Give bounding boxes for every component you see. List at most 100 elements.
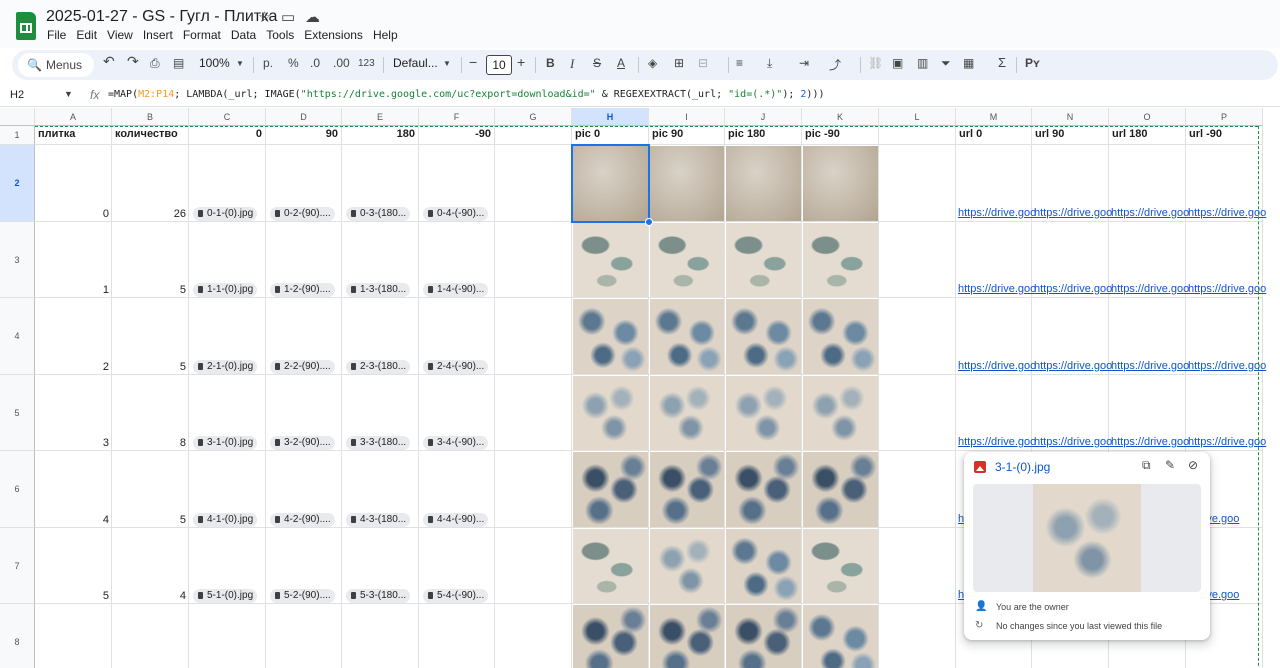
column-header-h[interactable]: H <box>572 108 649 126</box>
quantity-cell[interactable]: 8 <box>112 375 189 452</box>
row-header-7[interactable]: 7 <box>0 527 35 604</box>
header-cell-l[interactable] <box>879 126 956 145</box>
name-box-chevron-down-icon[interactable]: ▼ <box>64 89 73 99</box>
cell-g3[interactable] <box>495 221 572 298</box>
drive-url-link[interactable]: https://drive.goo <box>1111 436 1189 448</box>
quantity-cell[interactable] <box>112 604 189 668</box>
column-header-c[interactable]: C <box>189 108 266 126</box>
tile-image[interactable] <box>726 452 801 527</box>
tile-image[interactable] <box>573 299 648 374</box>
column-header-f[interactable]: F <box>419 108 495 126</box>
tile-number-cell[interactable]: 4 <box>35 451 112 528</box>
tile-image[interactable] <box>573 375 648 450</box>
file-chip[interactable]: 5-4-(-90)... <box>423 589 489 603</box>
zoom-chevron-down-icon[interactable]: ▼ <box>236 59 244 68</box>
column-header-j[interactable]: J <box>725 108 802 126</box>
file-chip[interactable]: 2-2-(90).... <box>270 359 335 374</box>
file-chip[interactable]: 0-4-(-90)... <box>423 206 489 221</box>
font-size-decrease-button[interactable]: − <box>469 54 477 70</box>
menu-help[interactable]: Help <box>373 28 398 42</box>
tile-image[interactable] <box>650 375 724 450</box>
tile-image[interactable] <box>803 146 878 221</box>
drive-url-link[interactable]: https://drive.goo <box>1111 207 1189 219</box>
tile-image[interactable] <box>573 222 648 297</box>
file-chip[interactable]: 3-2-(90).... <box>270 436 335 450</box>
tile-image[interactable] <box>803 528 878 603</box>
header-cell-d[interactable]: 90 <box>266 126 342 145</box>
menu-tools[interactable]: Tools <box>266 28 294 42</box>
currency-format-button[interactable]: р. <box>263 56 273 70</box>
menu-insert[interactable]: Insert <box>143 28 173 42</box>
filter-icon[interactable]: ⏷ <box>941 56 951 71</box>
copy-icon[interactable]: ⧉ <box>1142 458 1151 473</box>
font-size-input[interactable]: 10 <box>486 55 512 75</box>
file-chip[interactable]: 1-3-(180... <box>346 283 411 297</box>
column-header-e[interactable]: E <box>342 108 419 126</box>
file-chip[interactable]: 3-4-(-90)... <box>423 436 489 450</box>
column-header-b[interactable]: B <box>112 108 189 126</box>
quantity-cell[interactable]: 5 <box>112 222 189 299</box>
folder-move-icon[interactable]: ▭ <box>281 8 295 26</box>
header-cell-c[interactable]: 0 <box>189 126 266 145</box>
file-chip[interactable]: 4-3-(180... <box>346 512 411 527</box>
column-header-k[interactable]: K <box>802 108 879 126</box>
insert-link-icon[interactable]: ⛓ <box>868 56 883 70</box>
file-chip[interactable]: 0-2-(90).... <box>270 206 335 221</box>
row-header-8[interactable]: 8 <box>0 604 35 668</box>
drive-url-link[interactable]: https://drive.goo <box>1034 436 1112 448</box>
merge-cells-icon[interactable]: ⊟ <box>698 56 708 70</box>
row-header-6[interactable]: 6 <box>0 451 35 528</box>
more-formats-button[interactable]: 123 <box>358 58 375 69</box>
tile-image[interactable] <box>726 528 801 603</box>
cell-l8[interactable] <box>879 604 956 668</box>
menu-edit[interactable]: Edit <box>76 28 97 42</box>
header-cell-p[interactable]: url -90 <box>1186 126 1263 145</box>
tile-image[interactable] <box>650 528 724 603</box>
tile-image[interactable] <box>726 146 801 221</box>
preview-image-area[interactable] <box>973 484 1201 592</box>
borders-icon[interactable]: ⊞ <box>674 56 684 70</box>
header-cell-a[interactable]: плитка <box>35 126 112 145</box>
insert-chart-icon[interactable]: ▥ <box>917 56 928 70</box>
font-size-increase-button[interactable]: + <box>517 54 525 70</box>
redo-icon[interactable]: ↷ <box>127 53 139 70</box>
header-cell-e[interactable]: 180 <box>342 126 419 145</box>
file-chip[interactable]: 2-3-(180... <box>346 359 411 374</box>
column-header-a[interactable]: A <box>35 108 112 126</box>
drive-url-link[interactable]: https://drive.goo <box>1034 207 1112 219</box>
cell-l7[interactable] <box>879 527 956 604</box>
text-rotation-icon[interactable]: ⤴ <box>829 56 841 73</box>
sheets-logo-icon[interactable] <box>16 12 36 40</box>
tile-image[interactable] <box>573 528 648 603</box>
drive-url-link[interactable]: https://drive.goo <box>1034 283 1112 295</box>
bold-button[interactable]: B <box>546 56 555 70</box>
cell-l6[interactable] <box>879 451 956 528</box>
text-color-button[interactable]: A <box>617 56 625 70</box>
row-header-1[interactable]: 1 <box>0 126 35 145</box>
cell-g6[interactable] <box>495 451 572 528</box>
row-header-2[interactable]: 2 <box>0 145 35 222</box>
drive-url-link[interactable]: https://drive.goo <box>1034 360 1112 372</box>
tile-image[interactable] <box>726 605 801 668</box>
tile-image[interactable] <box>650 299 724 374</box>
header-cell-n[interactable]: url 90 <box>1032 126 1109 145</box>
tile-image[interactable] <box>650 452 724 527</box>
search-menus-button[interactable]: 🔍 Menus <box>18 53 94 77</box>
drive-url-link[interactable]: https://drive.goo <box>1188 436 1266 448</box>
drive-url-link[interactable]: https://drive.goo <box>1111 360 1189 372</box>
menu-data[interactable]: Data <box>231 28 256 42</box>
select-all-corner[interactable] <box>0 108 35 126</box>
file-chip[interactable]: 1-2-(90).... <box>270 283 335 297</box>
vertical-align-icon[interactable]: ⤓ <box>767 56 772 71</box>
undo-icon[interactable]: ↶ <box>103 53 115 70</box>
file-chip[interactable]: 1-1-(0).jpg <box>193 283 258 297</box>
cell-d8[interactable] <box>266 604 342 668</box>
filter-views-icon[interactable]: ▦ <box>963 56 974 70</box>
file-chip[interactable]: 4-1-(0).jpg <box>193 512 258 527</box>
tile-image[interactable] <box>726 375 801 450</box>
functions-button[interactable]: Σ <box>998 55 1006 70</box>
drive-url-link[interactable]: https://drive.goo <box>1188 283 1266 295</box>
header-cell-f[interactable]: -90 <box>419 126 495 145</box>
header-cell-h[interactable]: pic 0 <box>572 126 649 145</box>
tile-number-cell[interactable]: 1 <box>35 222 112 299</box>
